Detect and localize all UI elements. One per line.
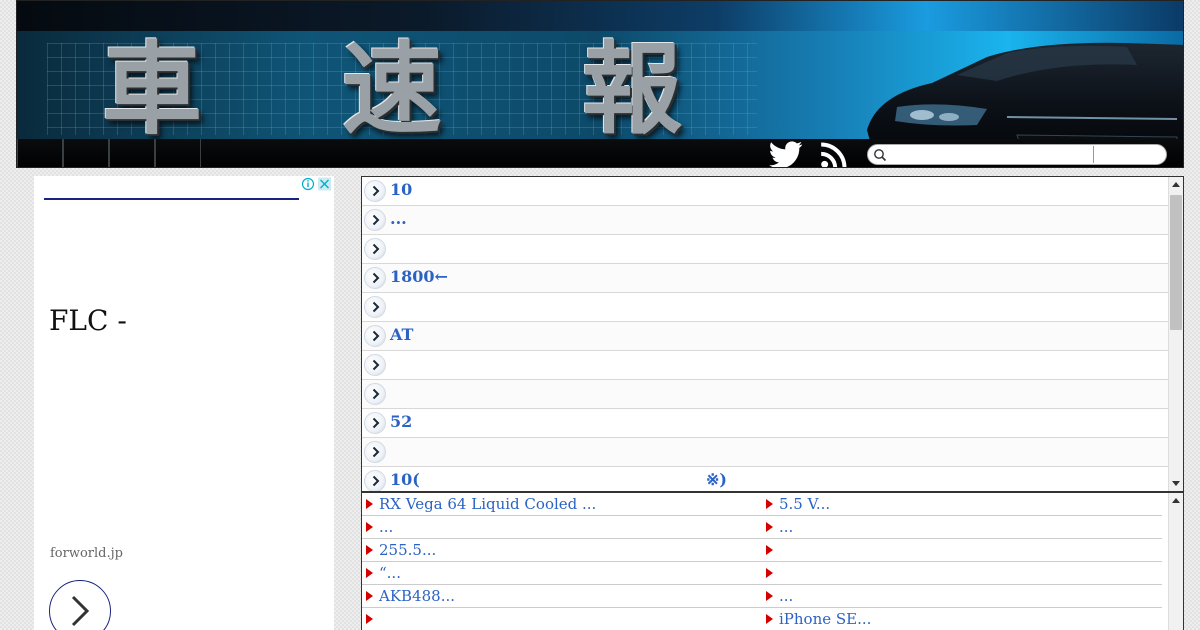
link-text[interactable]: 255.5...: [379, 541, 436, 559]
news-item-title[interactable]: 52: [390, 412, 412, 431]
ad-panel[interactable]: FLC - forworld.jp: [34, 176, 334, 630]
news-item[interactable]: [362, 351, 1168, 380]
links-row: ... ...: [362, 516, 1168, 539]
news-item-title[interactable]: ...: [390, 209, 407, 228]
nav-tab-4[interactable]: [155, 139, 201, 167]
scroll-up-arrow-icon[interactable]: [1172, 498, 1180, 503]
link-item[interactable]: [762, 562, 1162, 585]
news-item[interactable]: [362, 235, 1168, 264]
scroll-up-arrow-icon[interactable]: [1172, 182, 1180, 187]
triangle-bullet-icon: [366, 591, 373, 601]
nav-tab-1[interactable]: [17, 139, 63, 167]
news-item-title[interactable]: 10: [390, 180, 412, 199]
news-list: 10 ... 1800← AT 52 10( ※): [361, 176, 1184, 492]
link-text[interactable]: ...: [779, 587, 793, 605]
site-logo-char-1: 車: [102, 30, 202, 148]
link-text[interactable]: “...: [379, 564, 401, 582]
chevron-right-icon: [364, 412, 386, 434]
news-scroll-thumb[interactable]: [1170, 195, 1182, 330]
news-item-note[interactable]: ※): [706, 470, 727, 489]
scroll-down-arrow-icon[interactable]: [1172, 481, 1180, 486]
ad-headline[interactable]: FLC -: [49, 304, 127, 337]
news-item[interactable]: [362, 438, 1168, 467]
ad-domain[interactable]: forworld.jp: [50, 546, 123, 561]
link-text[interactable]: ...: [379, 518, 393, 536]
nav-tab-3[interactable]: [109, 139, 155, 167]
link-text[interactable]: ...: [779, 518, 793, 536]
link-item[interactable]: “...: [362, 562, 762, 585]
search-icon: [874, 149, 887, 162]
news-item-title[interactable]: 1800←: [390, 267, 448, 286]
chevron-right-icon: [364, 267, 386, 289]
news-item-title[interactable]: 10(: [390, 470, 420, 489]
link-text[interactable]: AKB488...: [379, 587, 455, 605]
links-row: “...: [362, 562, 1168, 585]
chevron-right-icon: [364, 441, 386, 463]
header-banner[interactable]: 車 速 報: [17, 30, 1183, 167]
news-item[interactable]: 10( ※): [362, 467, 1168, 491]
ad-divider: [44, 198, 299, 200]
search-divider: [1093, 146, 1094, 163]
link-item[interactable]: ...: [762, 585, 1162, 608]
triangle-bullet-icon: [366, 499, 373, 509]
twitter-icon[interactable]: [769, 141, 803, 168]
triangle-bullet-icon: [366, 568, 373, 578]
triangle-bullet-icon: [366, 522, 373, 532]
triangle-bullet-icon: [766, 591, 773, 601]
link-item[interactable]: [762, 539, 1162, 562]
news-item[interactable]: 10: [362, 177, 1168, 206]
news-item[interactable]: [362, 380, 1168, 409]
links-row: 255.5...: [362, 539, 1168, 562]
related-links: RX Vega 64 Liquid Cooled ... 5.5 V... ..…: [361, 492, 1184, 630]
news-item[interactable]: 52: [362, 409, 1168, 438]
chevron-right-icon: [364, 180, 386, 202]
triangle-bullet-icon: [766, 499, 773, 509]
chevron-right-icon: [364, 383, 386, 405]
news-scrollbar[interactable]: [1168, 177, 1183, 491]
link-item[interactable]: AKB488...: [362, 585, 762, 608]
triangle-bullet-icon: [366, 545, 373, 555]
triangle-bullet-icon: [766, 522, 773, 532]
link-item[interactable]: 5.5 V...: [762, 493, 1162, 516]
nav-tab-2[interactable]: [63, 139, 109, 167]
link-item[interactable]: RX Vega 64 Liquid Cooled ...: [362, 493, 762, 516]
link-text[interactable]: RX Vega 64 Liquid Cooled ...: [379, 495, 596, 513]
rss-icon[interactable]: [819, 141, 849, 168]
link-item[interactable]: 255.5...: [362, 539, 762, 562]
news-item[interactable]: [362, 293, 1168, 322]
links-row: iPhone SE...: [362, 608, 1168, 630]
triangle-bullet-icon: [766, 568, 773, 578]
triangle-bullet-icon: [366, 614, 373, 624]
search-box[interactable]: [867, 144, 1167, 165]
site-logo-char-3: 報: [582, 30, 682, 148]
triangle-bullet-icon: [766, 614, 773, 624]
chevron-right-icon: [364, 470, 386, 491]
link-item[interactable]: ...: [762, 516, 1162, 539]
triangle-bullet-icon: [766, 545, 773, 555]
link-item[interactable]: iPhone SE...: [762, 608, 1162, 630]
site-header: 車 速 報: [16, 0, 1184, 168]
chevron-right-icon: [364, 238, 386, 260]
chevron-right-icon: [364, 325, 386, 347]
ad-open-button[interactable]: [49, 580, 111, 630]
chevron-right-icon: [364, 296, 386, 318]
chevron-right-icon: [364, 354, 386, 376]
site-logo-char-2: 速: [342, 30, 442, 148]
link-item[interactable]: ...: [362, 516, 762, 539]
header-top-strip: [17, 1, 1183, 31]
news-item[interactable]: ...: [362, 206, 1168, 235]
links-row: RX Vega 64 Liquid Cooled ... 5.5 V...: [362, 493, 1168, 516]
ad-choices-icon[interactable]: [301, 177, 333, 191]
news-item[interactable]: 1800←: [362, 264, 1168, 293]
search-input[interactable]: [890, 146, 1090, 163]
news-item-title[interactable]: AT: [390, 325, 413, 344]
link-text[interactable]: iPhone SE...: [779, 610, 871, 628]
news-item[interactable]: AT: [362, 322, 1168, 351]
chevron-right-icon: [71, 595, 89, 626]
link-item[interactable]: [362, 608, 762, 630]
links-row: AKB488... ...: [362, 585, 1168, 608]
links-scrollbar[interactable]: [1168, 493, 1183, 630]
chevron-right-icon: [364, 209, 386, 231]
link-text[interactable]: 5.5 V...: [779, 495, 830, 513]
